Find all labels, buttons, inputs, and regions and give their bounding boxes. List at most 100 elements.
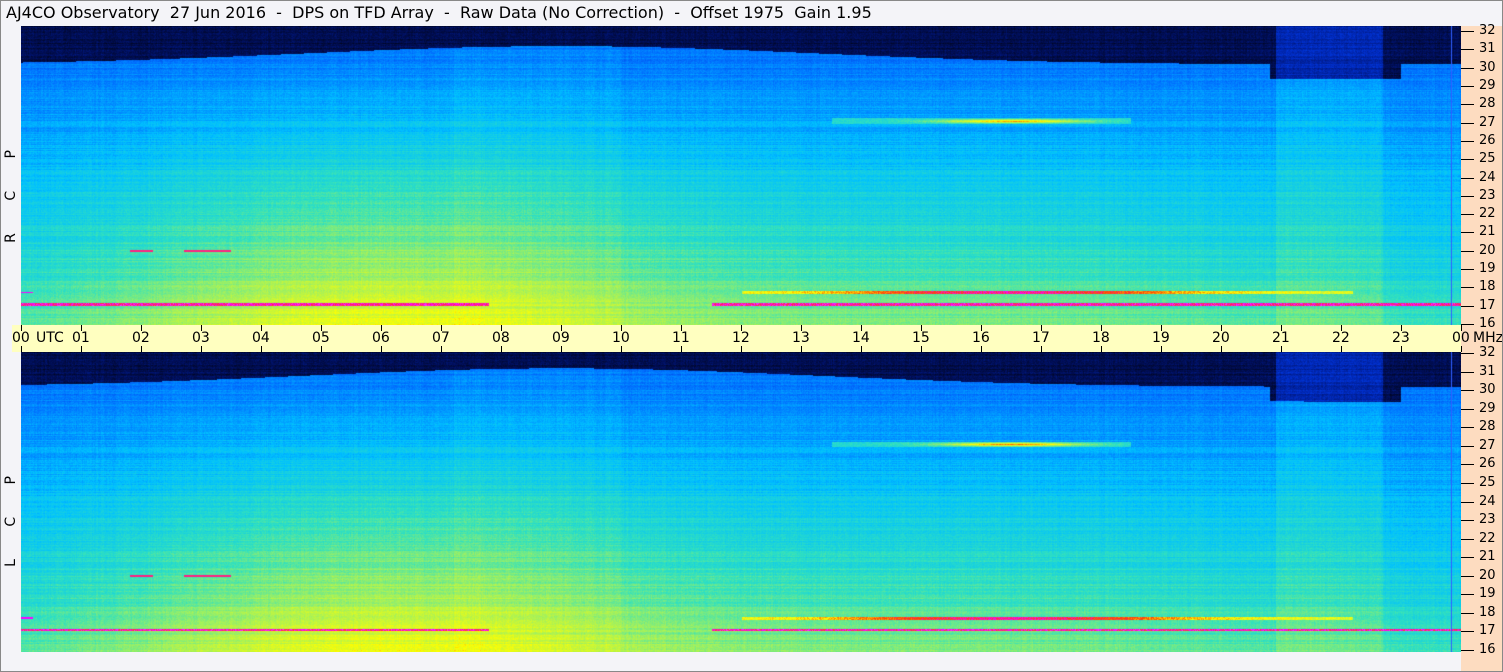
time-tick-label: 00 (1452, 330, 1470, 346)
time-tick (81, 346, 82, 352)
freq-tick-label: 31 (1479, 41, 1496, 57)
freq-tick (1461, 67, 1474, 69)
freq-tick (1461, 140, 1474, 142)
freq-tick-label: 26 (1479, 132, 1496, 148)
freq-tick-label: 21 (1479, 549, 1496, 565)
freq-tick-label: 23 (1479, 187, 1496, 203)
time-tick (1281, 346, 1282, 352)
time-tick-label: 14 (852, 330, 870, 346)
freq-tick-label: 21 (1479, 224, 1496, 240)
time-tick-label: 20 (1212, 330, 1230, 346)
freq-tick (1461, 287, 1474, 289)
time-tick (1161, 346, 1162, 352)
time-tick (501, 346, 502, 352)
freq-tick (1461, 427, 1474, 429)
time-tick (261, 346, 262, 352)
freq-tick (1461, 195, 1474, 197)
time-tick-label: 01 (72, 330, 90, 346)
time-tick (621, 346, 622, 352)
freq-tick (1461, 650, 1474, 651)
time-tick (981, 346, 982, 352)
freq-tick (1461, 575, 1474, 577)
freq-tick (1461, 49, 1474, 51)
freq-tick (1461, 501, 1474, 503)
time-tick-label: 04 (252, 330, 270, 346)
time-tick (321, 346, 322, 352)
freq-tick (1461, 408, 1474, 410)
time-tick-label: 21 (1272, 330, 1290, 346)
time-tick (861, 346, 862, 352)
freq-tick (1461, 250, 1474, 252)
freq-tick-label: 26 (1479, 456, 1496, 472)
freq-tick (1461, 445, 1474, 447)
time-tick (801, 346, 802, 352)
time-tick-label: 15 (912, 330, 930, 346)
time-tick-label: 02 (132, 330, 150, 346)
freq-tick-label: 29 (1479, 77, 1496, 93)
freq-tick-label: 22 (1479, 530, 1496, 546)
freq-tick (1461, 324, 1474, 325)
rcp-label-strip: R C P (0, 26, 21, 325)
freq-tick (1461, 390, 1474, 392)
freq-tick-label: 19 (1479, 261, 1496, 277)
freq-tick (1461, 104, 1474, 106)
time-tick (1341, 346, 1342, 352)
freq-tick-label: 20 (1479, 242, 1496, 258)
freq-tick-label: 30 (1479, 59, 1496, 75)
freq-tick (1461, 159, 1474, 161)
time-tick (681, 346, 682, 352)
time-tick (1401, 346, 1402, 352)
rcp-label: R C P (3, 136, 19, 243)
rcp-spectrogram (21, 26, 1461, 325)
freq-tick (1461, 371, 1474, 373)
freq-tick-label: 24 (1479, 169, 1496, 185)
time-tick-label: 00 (12, 330, 30, 346)
freq-tick-label: 25 (1479, 151, 1496, 167)
freq-tick-label: 27 (1479, 114, 1496, 130)
chart-title: AJ4CO Observatory 27 Jun 2016 - DPS on T… (6, 3, 872, 22)
freq-tick (1461, 464, 1474, 466)
time-tick (1461, 346, 1462, 352)
time-tick-label: 22 (1332, 330, 1350, 346)
freq-tick (1461, 305, 1474, 307)
time-tick (561, 346, 562, 352)
time-unit-label: UTC (36, 330, 64, 346)
time-tick (1041, 346, 1042, 352)
freq-tick-label: 18 (1479, 279, 1496, 295)
freq-tick-label: 27 (1479, 437, 1496, 453)
time-tick-label: 13 (792, 330, 810, 346)
freq-tick (1461, 353, 1474, 354)
time-tick-label: 18 (1092, 330, 1110, 346)
freq-tick (1461, 557, 1474, 559)
time-tick-label: 08 (492, 330, 510, 346)
time-tick-label: 10 (612, 330, 630, 346)
time-tick (441, 346, 442, 352)
freq-tick (1461, 594, 1474, 596)
time-tick-label: 09 (552, 330, 570, 346)
time-tick (1221, 346, 1222, 352)
time-tick (21, 346, 22, 352)
freq-tick (1461, 232, 1474, 234)
freq-tick-label: 25 (1479, 474, 1496, 490)
time-tick (201, 346, 202, 352)
freq-tick-label: 29 (1479, 400, 1496, 416)
lcp-label: L C P (3, 462, 19, 567)
time-tick-label: 06 (372, 330, 390, 346)
freq-tick-label: 23 (1479, 512, 1496, 528)
freq-tick (1461, 631, 1474, 633)
freq-tick-label: 32 (1479, 23, 1496, 38)
freq-tick (1461, 214, 1474, 216)
freq-tick (1461, 31, 1474, 32)
time-tick-label: 03 (192, 330, 210, 346)
freq-tick-label: 28 (1479, 96, 1496, 112)
lcp-label-strip: L C P (0, 352, 21, 652)
freq-tick (1461, 538, 1474, 540)
time-tick (1101, 346, 1102, 352)
freq-tick-label: 16 (1479, 316, 1496, 331)
time-tick-label: 16 (972, 330, 990, 346)
freq-tick-label: 16 (1479, 642, 1496, 657)
freq-tick-label: 17 (1479, 297, 1496, 313)
freq-tick (1461, 177, 1474, 179)
freq-tick-label: 20 (1479, 567, 1496, 583)
time-tick (141, 346, 142, 352)
